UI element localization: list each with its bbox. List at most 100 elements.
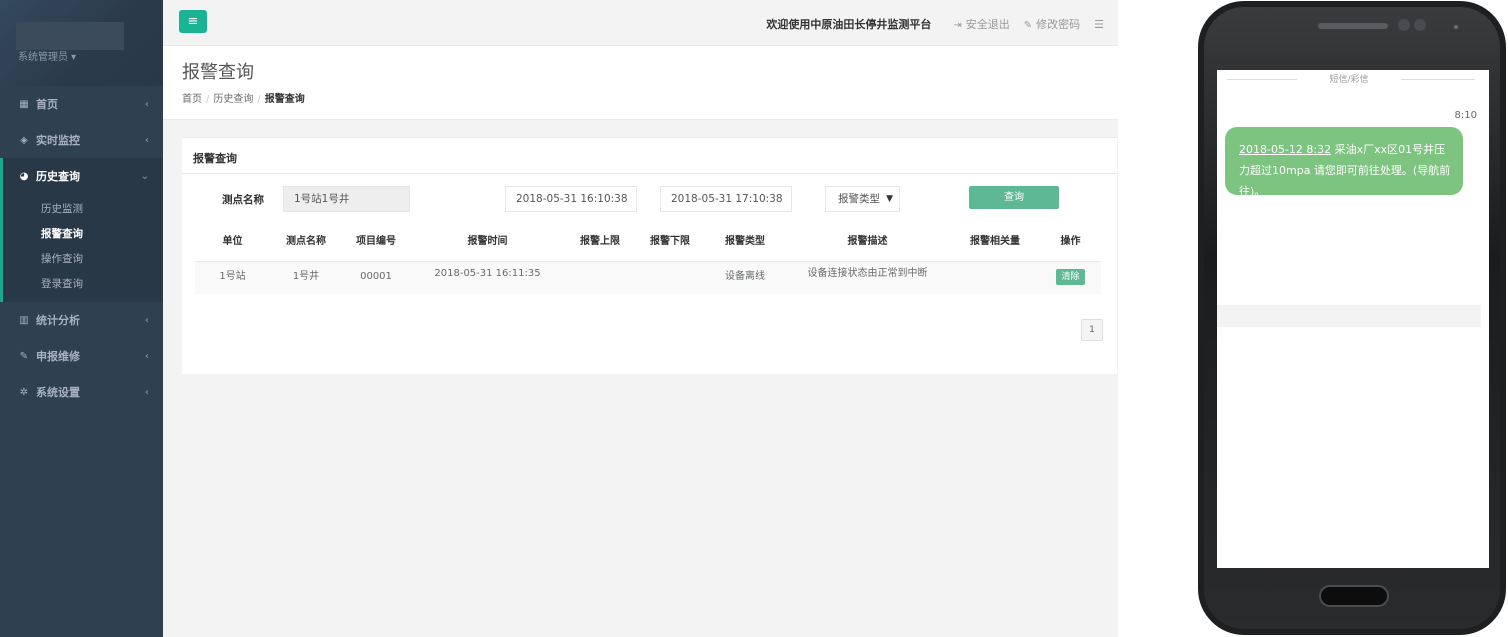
sidebar-item-label: 统计分析 — [36, 314, 80, 327]
sidebar-item-label: 历史查询 — [36, 170, 80, 183]
alarm-table: 单位 测点名称 项目编号 报警时间 报警上限 报警下限 报警类型 报警描述 报警… — [195, 230, 1101, 294]
top-navbar: ≡ 欢迎使用中原油田长停井监测平台 ⇥ 安全退出 ✎ 修改密码 ☰ — [163, 0, 1118, 46]
cell-upper — [565, 262, 635, 294]
bar-chart-icon: ▥ — [19, 314, 29, 326]
chevron-down-icon: ⌄ — [140, 170, 149, 182]
cell-unit: 1号站 — [219, 271, 246, 282]
user-menu[interactable]: 系统管理员 ▾ — [18, 48, 76, 63]
phone-camera — [1398, 19, 1410, 31]
column-header: 报警描述 — [847, 236, 888, 247]
page-title: 报警查询 — [182, 62, 254, 83]
cell-point: 1号井 — [292, 271, 320, 282]
sidebar-item-home[interactable]: ▦ 首页 ‹ — [0, 86, 163, 122]
column-header: 报警时间 — [467, 236, 508, 247]
logout-label: 安全退出 — [965, 18, 1010, 31]
edit-icon: ✎ — [19, 350, 29, 362]
diamond-icon: ◈ — [20, 134, 28, 146]
breadcrumb: 首页 / 历史查询 / 报警查询 — [182, 90, 1118, 105]
query-button[interactable]: 查询 — [969, 186, 1059, 209]
message-input-area[interactable] — [1217, 305, 1481, 327]
column-header: 项目编号 — [356, 236, 396, 247]
sidebar-submenu-history: 历史监测 报警查询 操作查询 登录查询 — [0, 194, 163, 302]
clear-button[interactable]: 清除 — [1056, 269, 1085, 285]
sidebar-item-label: 系统设置 — [36, 386, 80, 399]
main-content: ≡ 欢迎使用中原油田长停井监测平台 ⇥ 安全退出 ✎ 修改密码 ☰ 报警查询 首页 /… — [163, 0, 1118, 637]
cell-time: 2018-05-31 16:11:35 — [434, 268, 541, 279]
cell-action: 清除 — [1040, 262, 1101, 294]
cell-type: 设备离线 — [725, 271, 765, 282]
panel-title: 报警查询 — [182, 138, 1117, 174]
cell-related — [950, 262, 1040, 294]
breadcrumb-separator: / — [257, 94, 261, 105]
table-row: 1号站 1号井 00001 2018-05-31 16:11:35 设备离线 设… — [195, 262, 1101, 294]
sidebar-item-realtime-monitor[interactable]: ◈ 实时监控 ‹ — [0, 122, 163, 158]
change-password-link[interactable]: ✎ 修改密码 — [1024, 16, 1080, 32]
sidebar: 系统管理员 ▾ ▦ 首页 ‹ ◈ 实时监控 ‹ ◕ 历史查询 ⌄ 历史监测 报警… — [0, 0, 163, 637]
gear-icon: ✲ — [19, 386, 29, 398]
alarm-type-value: 报警类型 — [838, 193, 880, 205]
submenu-item-operation-query[interactable]: 操作查询 — [3, 246, 163, 271]
column-header: 报警类型 — [725, 236, 765, 247]
column-header: 报警上限 — [580, 236, 620, 247]
column-header: 单位 — [222, 236, 243, 247]
sidebar-item-history-query[interactable]: ◕ 历史查询 ⌄ — [0, 158, 163, 194]
edit-icon: ✎ — [1023, 20, 1033, 31]
sms-message-bubble[interactable]: 2018-05-12 8:32 采油x厂xx区01号井压力超过10mpa 请您即… — [1225, 127, 1463, 198]
chevron-left-icon: ‹ — [144, 386, 149, 398]
chevron-left-icon: ‹ — [144, 350, 149, 362]
table-header: 单位 测点名称 项目编号 报警时间 报警上限 报警下限 报警类型 报警描述 报警… — [195, 230, 1101, 262]
chevron-left-icon: ‹ — [144, 314, 149, 326]
alarm-type-select[interactable]: 报警类型 ▼ — [825, 186, 900, 212]
sidebar-item-statistics[interactable]: ▥ 统计分析 ‹ — [0, 302, 163, 338]
caret-down-icon: ▼ — [886, 194, 893, 204]
grid-icon: ▦ — [19, 98, 29, 110]
alarm-query-panel: 报警查询 测点名称 1号站1号井 2018-05-31 16:10:38 201… — [182, 137, 1117, 374]
screenshot: 系统管理员 ▾ ▦ 首页 ‹ ◈ 实时监控 ‹ ◕ 历史查询 ⌄ 历史监测 报警… — [0, 0, 1508, 637]
cell-project: 00001 — [360, 271, 392, 282]
phone-camera — [1414, 19, 1426, 31]
column-header: 报警下限 — [650, 236, 690, 247]
phone-screen: 短信/彩信 8:10 2018-05-12 8:32 采油x厂xx区01号井压力… — [1217, 70, 1489, 568]
start-time-input[interactable]: 2018-05-31 16:10:38 — [505, 186, 637, 212]
sidebar-profile: 系统管理员 ▾ — [0, 0, 163, 86]
end-time-input[interactable]: 2018-05-31 17:10:38 — [660, 186, 792, 212]
pie-chart-icon: ◕ — [19, 170, 29, 182]
column-header: 测点名称 — [286, 236, 326, 247]
welcome-text: 欢迎使用中原油田长停井监测平台 — [766, 18, 932, 31]
logout-link[interactable]: ⇥ 安全退出 — [953, 16, 1009, 32]
phone-home-button[interactable] — [1319, 585, 1389, 607]
message-time: 8:10 — [1454, 110, 1477, 121]
point-name-field[interactable]: 1号站1号井 — [283, 186, 410, 212]
cell-desc: 设备连接状态由正常到中断 — [807, 268, 928, 279]
change-password-label: 修改密码 — [1036, 18, 1081, 31]
query-form: 测点名称 1号站1号井 2018-05-31 16:10:38 2018-05-… — [182, 186, 1117, 212]
column-header: 操作 — [1060, 236, 1081, 247]
phone-speaker — [1318, 23, 1388, 29]
submenu-item-history-monitor[interactable]: 历史监测 — [3, 196, 163, 221]
sidebar-item-label: 首页 — [36, 98, 58, 111]
chevron-left-icon: ‹ — [144, 98, 149, 110]
sidebar-item-label: 实时监控 — [36, 134, 80, 147]
page-heading: 报警查询 首页 / 历史查询 / 报警查询 — [163, 46, 1118, 120]
avatar — [16, 22, 124, 50]
submenu-item-login-query[interactable]: 登录查询 — [3, 271, 163, 296]
point-name-label: 测点名称 — [222, 194, 264, 206]
breadcrumb-home[interactable]: 首页 — [182, 94, 202, 105]
logout-icon: ⇥ — [953, 20, 962, 31]
menu-toggle-button[interactable]: ≡ — [179, 10, 207, 33]
chevron-left-icon: ‹ — [144, 134, 149, 146]
sms-header: 短信/彩信 — [1329, 75, 1369, 85]
phone-sensor — [1454, 25, 1458, 29]
sidebar-item-repair-report[interactable]: ✎ 申报维修 ‹ — [0, 338, 163, 374]
breadcrumb-separator: / — [206, 94, 210, 105]
cell-lower — [635, 262, 705, 294]
submenu-item-alarm-query[interactable]: 报警查询 — [3, 221, 163, 246]
sidebar-item-label: 申报维修 — [36, 350, 80, 363]
sidebar-item-system-settings[interactable]: ✲ 系统设置 ‹ — [0, 374, 163, 410]
breadcrumb-current: 报警查询 — [264, 94, 305, 105]
message-date-link[interactable]: 2018-05-12 8:32 — [1239, 143, 1331, 156]
list-icon[interactable]: ☰ — [1094, 18, 1104, 31]
breadcrumb-history[interactable]: 历史查询 — [213, 94, 253, 105]
pagination-page-1[interactable]: 1 — [1081, 319, 1103, 341]
top-right-links: 欢迎使用中原油田长停井监测平台 ⇥ 安全退出 ✎ 修改密码 ☰ — [766, 16, 1104, 32]
